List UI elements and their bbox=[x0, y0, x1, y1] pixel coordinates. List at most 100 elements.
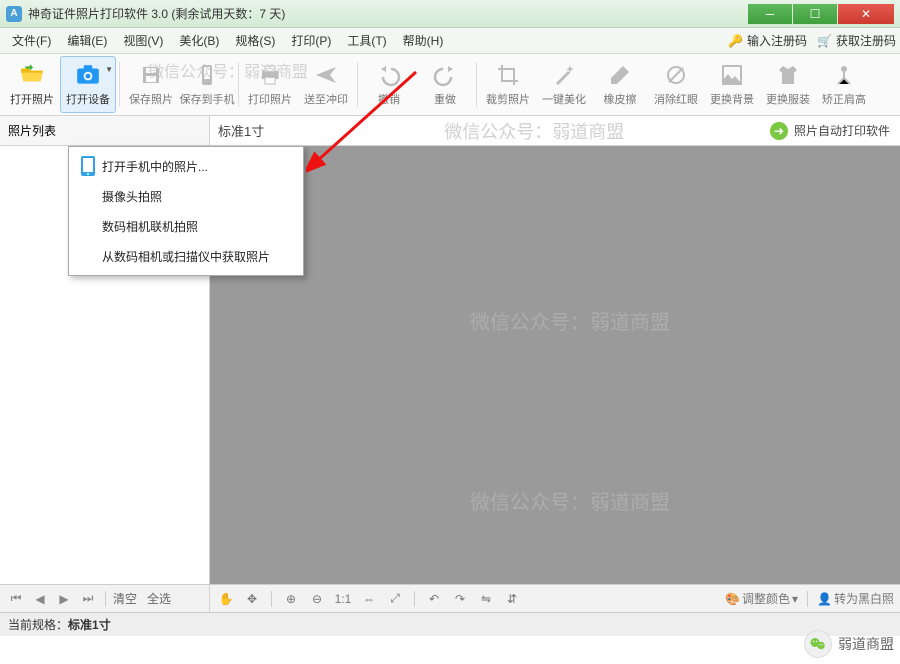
shirt-icon bbox=[775, 62, 801, 88]
status-bar: 当前规格： 标准1寸 bbox=[0, 612, 900, 636]
adjust-color-dropdown[interactable]: 🎨 调整颜色 ▾ bbox=[725, 590, 798, 607]
toolbar-btn-label: 打印照片 bbox=[248, 91, 292, 107]
send-icon bbox=[313, 62, 339, 88]
toolbar-btn-label: 送至冲印 bbox=[304, 91, 348, 107]
undo-icon bbox=[376, 62, 402, 88]
nav-first-icon[interactable]: ⏮ bbox=[6, 589, 26, 609]
watermark-text: 微信公众号：弱道商盟 bbox=[444, 118, 624, 144]
palette-icon: 🎨 bbox=[725, 592, 740, 606]
save-icon bbox=[138, 62, 164, 88]
toolbar-shirt-button: 更换服装 bbox=[760, 56, 816, 113]
spec-header: 标准1寸 微信公众号：弱道商盟 ➜ 照片自动打印软件 bbox=[210, 116, 900, 145]
canvas-toolbar: ✋ ✥ ⊕ ⊖ 1:1 ⇔ ⤢ ↶ ↷ ⇋ ⇵ 🎨 调整颜色 ▾ 👤 转为黑白照 bbox=[210, 584, 900, 612]
menubar: 文件(F) 编辑(E) 视图(V) 美化(B) 规格(S) 打印(P) 工具(T… bbox=[0, 28, 900, 54]
window-title: 神奇证件照片打印软件 3.0 (剩余试用天数：7 天) bbox=[28, 5, 747, 22]
adjust-color-label: 调整颜色 bbox=[742, 590, 790, 607]
get-reg-code-link[interactable]: 🛒 获取注册码 bbox=[817, 32, 896, 49]
toolbar-redeye-button: 消除红眼 bbox=[648, 56, 704, 113]
status-value: 标准1寸 bbox=[68, 616, 111, 633]
toolbar-crop-button: 裁剪照片 bbox=[480, 56, 536, 113]
folder-open-icon bbox=[19, 62, 45, 88]
watermark-text: 微信公众号：弱道商盟 bbox=[470, 306, 670, 335]
nav-prev-icon[interactable]: ◀ bbox=[30, 589, 50, 609]
toolbar: 打开照片打开设备▼保存照片保存到手机打印照片送至冲印撤销重做裁剪照片一键美化橡皮… bbox=[0, 54, 900, 116]
chevron-down-icon: ▾ bbox=[792, 592, 798, 606]
fit-screen-icon[interactable]: ⤢ bbox=[385, 589, 405, 609]
toolbar-separator bbox=[357, 62, 358, 107]
wechat-icon bbox=[804, 630, 832, 658]
dropdown-item-label: 从数码相机或扫描仪中获取照片 bbox=[102, 248, 270, 265]
watermark-text: 微信公众号：弱道商盟 bbox=[470, 486, 670, 515]
menu-beautify[interactable]: 美化(B) bbox=[171, 28, 227, 53]
clear-button[interactable]: 清空 bbox=[113, 590, 137, 607]
zoom-actual-icon[interactable]: 1:1 bbox=[333, 589, 353, 609]
toolbar-camera-button[interactable]: 打开设备 ▼ bbox=[60, 56, 116, 113]
person-icon: 👤 bbox=[817, 592, 832, 606]
rotate-right-icon[interactable]: ↷ bbox=[450, 589, 470, 609]
menu-tools[interactable]: 工具(T) bbox=[339, 28, 394, 53]
toolbar-btn-label: 保存到手机 bbox=[180, 91, 235, 107]
open-device-dropdown: 打开手机中的照片... 摄像头拍照数码相机联机拍照从数码相机或扫描仪中获取照片 bbox=[68, 146, 304, 276]
toolbar-redo-button: 重做 bbox=[417, 56, 473, 113]
dropdown-item[interactable]: 从数码相机或扫描仪中获取照片 bbox=[72, 242, 300, 270]
pan-tool-icon[interactable]: ✋ bbox=[216, 589, 236, 609]
nav-next-icon[interactable]: ▶ bbox=[54, 589, 74, 609]
toolbar-separator bbox=[476, 62, 477, 107]
minimize-button[interactable]: ─ bbox=[748, 4, 792, 24]
toolbar-magic-button: 一键美化 bbox=[536, 56, 592, 113]
save-phone-icon bbox=[194, 62, 220, 88]
photo-list-label: 照片列表 bbox=[8, 122, 56, 139]
photo-list-panel: 打开手机中的照片...摄像头拍照数码相机联机拍照从数码相机或扫描仪中获取照片 ⏮… bbox=[0, 146, 210, 612]
toolbar-btn-label: 打开设备 bbox=[66, 91, 110, 107]
titlebar: A 神奇证件照片打印软件 3.0 (剩余试用天数：7 天) ─ ☐ ✕ bbox=[0, 0, 900, 28]
dropdown-item-label: 摄像头拍照 bbox=[102, 188, 162, 205]
menu-print[interactable]: 打印(P) bbox=[283, 28, 339, 53]
toolbar-folder-open-button[interactable]: 打开照片 bbox=[4, 56, 60, 113]
toolbar-undo-button: 撤销 bbox=[361, 56, 417, 113]
flip-h-icon[interactable]: ⇋ bbox=[476, 589, 496, 609]
toolbar-send-button: 送至冲印 bbox=[298, 56, 354, 113]
close-button[interactable]: ✕ bbox=[838, 4, 894, 24]
menu-spec[interactable]: 规格(S) bbox=[227, 28, 283, 53]
zoom-in-icon[interactable]: ⊕ bbox=[281, 589, 301, 609]
zoom-out-icon[interactable]: ⊖ bbox=[307, 589, 327, 609]
toolbar-btn-label: 裁剪照片 bbox=[486, 91, 530, 107]
get-reg-code-label: 获取注册码 bbox=[836, 32, 896, 49]
printer-icon bbox=[257, 62, 283, 88]
secondary-bar: 照片列表 标准1寸 微信公众号：弱道商盟 ➜ 照片自动打印软件 bbox=[0, 116, 900, 146]
dropdown-item-label: 打开手机中的照片... bbox=[102, 158, 208, 175]
dropdown-item[interactable]: 打开手机中的照片... bbox=[72, 152, 300, 180]
menu-view[interactable]: 视图(V) bbox=[115, 28, 171, 53]
enter-reg-code-link[interactable]: 🔑 输入注册码 bbox=[728, 32, 807, 49]
canvas-area: 微信公众号：弱道商盟 微信公众号：弱道商盟 ✋ ✥ ⊕ ⊖ 1:1 ⇔ ⤢ ↶ … bbox=[210, 146, 900, 612]
dropdown-item[interactable]: 摄像头拍照 bbox=[72, 182, 300, 210]
flip-v-icon[interactable]: ⇵ bbox=[502, 589, 522, 609]
to-bw-dropdown[interactable]: 👤 转为黑白照 bbox=[817, 590, 894, 607]
toolbar-btn-label: 重做 bbox=[434, 91, 456, 107]
menu-help[interactable]: 帮助(H) bbox=[395, 28, 452, 53]
magic-icon bbox=[551, 62, 577, 88]
align-icon bbox=[831, 62, 857, 88]
nav-last-icon[interactable]: ⏭ bbox=[78, 589, 98, 609]
select-all-button[interactable]: 全选 bbox=[147, 590, 171, 607]
rotate-left-icon[interactable]: ↶ bbox=[424, 589, 444, 609]
menu-edit[interactable]: 编辑(E) bbox=[59, 28, 115, 53]
wechat-overlay: 弱道商盟 bbox=[804, 630, 894, 658]
chevron-down-icon: ▼ bbox=[105, 65, 113, 74]
menu-file[interactable]: 文件(F) bbox=[4, 28, 59, 53]
redeye-icon bbox=[663, 62, 689, 88]
auto-print-link[interactable]: ➜ 照片自动打印软件 bbox=[770, 122, 890, 140]
cart-icon: 🛒 bbox=[817, 34, 832, 48]
dropdown-item[interactable]: 数码相机联机拍照 bbox=[72, 212, 300, 240]
enter-reg-code-label: 输入注册码 bbox=[747, 32, 807, 49]
toolbar-btn-label: 消除红眼 bbox=[654, 91, 698, 107]
toolbar-btn-label: 矫正肩高 bbox=[822, 91, 866, 107]
toolbar-save-button: 保存照片 bbox=[123, 56, 179, 113]
photo-list-header: 照片列表 bbox=[0, 116, 210, 145]
toolbar-btn-label: 保存照片 bbox=[129, 91, 173, 107]
maximize-button[interactable]: ☐ bbox=[793, 4, 837, 24]
toolbar-separator bbox=[119, 62, 120, 107]
move-tool-icon[interactable]: ✥ bbox=[242, 589, 262, 609]
fit-width-icon[interactable]: ⇔ bbox=[359, 589, 379, 609]
phone-icon bbox=[74, 155, 102, 177]
